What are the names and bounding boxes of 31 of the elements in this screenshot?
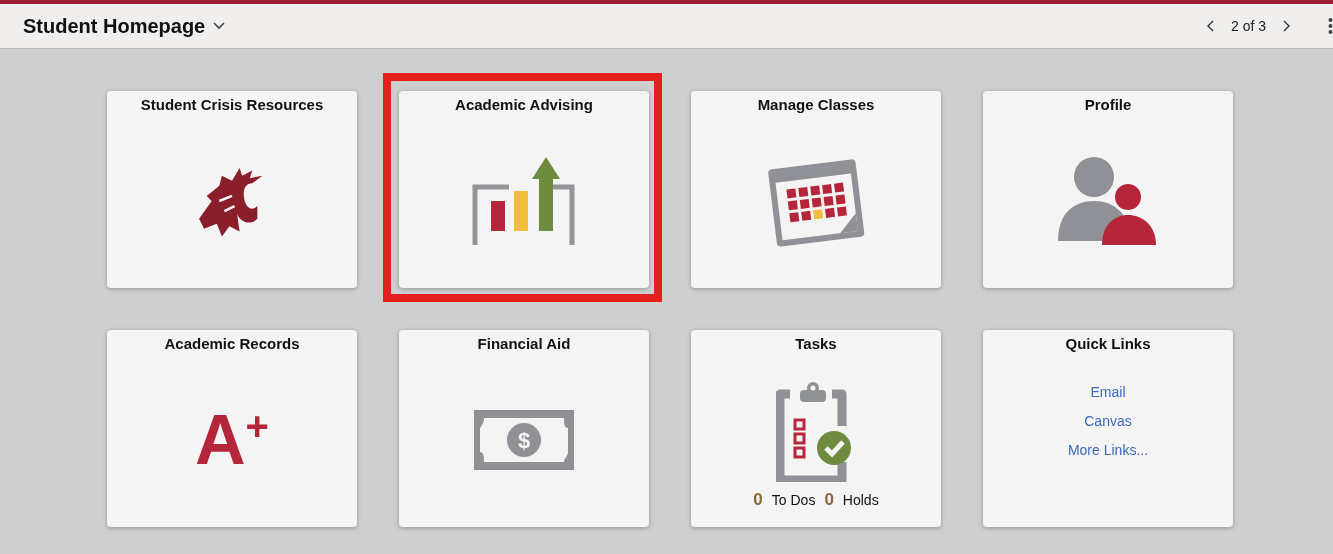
quick-link[interactable]: Canvas	[1084, 412, 1132, 429]
tile-title: Quick Links	[1065, 335, 1151, 352]
tile[interactable]: Quick Links Email Canvas More Links...	[983, 330, 1233, 527]
tile[interactable]: Financial Aid $	[399, 330, 649, 527]
tile-title: Financial Aid	[477, 335, 571, 352]
tile-title: Student Crisis Resources	[140, 96, 324, 113]
next-icon[interactable]	[1282, 20, 1290, 32]
tile-title: Tasks	[795, 335, 837, 352]
quick-link[interactable]: More Links...	[1067, 441, 1149, 458]
tile[interactable]: Academic Advising	[399, 91, 649, 288]
tile[interactable]: Student Crisis Resources	[107, 91, 357, 288]
count-label: Holds	[842, 491, 879, 508]
quick-link[interactable]: Email	[1090, 383, 1126, 400]
tile[interactable]: Tasks 0 To Dos 0 Holds	[691, 330, 941, 527]
tile-title: Academic Advising	[455, 96, 593, 113]
banknote-icon: $	[474, 409, 574, 470]
page-counter: 2 of 3	[1230, 18, 1266, 34]
tile-title: Manage Classes	[757, 96, 875, 113]
tile-title: Profile	[1084, 96, 1132, 113]
tile[interactable]: Academic Records A$^{+}$	[107, 330, 357, 527]
previous-icon[interactable]	[1206, 20, 1215, 32]
more-options-icon[interactable]	[1328, 17, 1333, 35]
count-value: 0	[753, 489, 763, 510]
count-label: To Dos	[771, 491, 816, 508]
count-value: 0	[824, 489, 834, 510]
tile[interactable]: Profile	[983, 91, 1233, 288]
grade-mark: A$^{+}$	[195, 404, 269, 475]
page-title: Student Homepage	[23, 14, 206, 38]
tile[interactable]: Manage Classes	[691, 91, 941, 288]
tile-title: Academic Records	[164, 335, 300, 352]
caret-icon[interactable]	[213, 22, 226, 30]
